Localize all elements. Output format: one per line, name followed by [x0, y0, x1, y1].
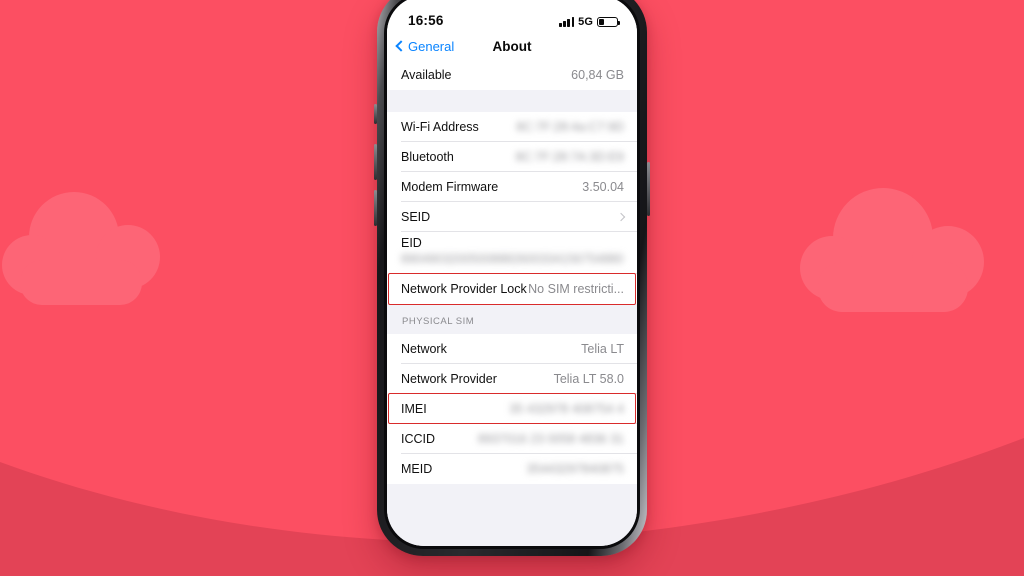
row-value: 3.50.04: [582, 180, 624, 194]
table-row[interactable]: Wi-Fi Address 8C:7F:28:4a:C7:9D: [387, 112, 637, 142]
row-label: Network: [401, 342, 447, 356]
section-gap: [387, 90, 637, 112]
side-button-volume-up[interactable]: [374, 144, 377, 180]
status-bar-clock: 16:56: [408, 13, 444, 28]
row-label: EID: [401, 236, 422, 250]
row-value-redacted: 8C:7F:28:7A:3D:E9: [515, 150, 624, 164]
battery-icon: [597, 16, 621, 28]
navigation-bar: General About: [387, 32, 637, 60]
chevron-right-icon: [616, 212, 626, 222]
phone-bezel: 16:56 5G General About Available 60,84 G…: [384, 0, 640, 549]
cloud-left-shape: [2, 192, 160, 305]
settings-group-hardware: Wi-Fi Address 8C:7F:28:4a:C7:9D Bluetoot…: [387, 112, 637, 305]
row-value: Telia LT: [581, 342, 624, 356]
table-row-network-provider-lock[interactable]: Network Provider Lock No SIM restricti..…: [387, 274, 637, 304]
cloud-right-shape: [800, 188, 984, 312]
row-label: Network Provider: [401, 372, 497, 386]
table-row[interactable]: Network Provider Telia LT 58.0: [387, 364, 637, 394]
section-header-physical-sim: PHYSICAL SIM: [387, 304, 637, 334]
row-label: MEID: [401, 462, 433, 476]
cellular-bars-icon: [559, 17, 575, 27]
side-button-silent[interactable]: [374, 104, 377, 124]
table-row[interactable]: ICCID 8937016 23 0058 4836 31: [387, 424, 637, 454]
side-button-volume-down[interactable]: [374, 190, 377, 226]
row-value: 60,84 GB: [571, 68, 624, 82]
row-label: Wi-Fi Address: [401, 120, 479, 134]
row-label: Bluetooth: [401, 150, 454, 164]
settings-group-physical-sim: Network Telia LT Network Provider Telia …: [387, 334, 637, 484]
row-value-redacted: 8C:7F:28:4a:C7:9D: [516, 120, 624, 134]
table-row[interactable]: MEID 35443297840875: [387, 454, 637, 484]
phone-device: 16:56 5G General About Available 60,84 G…: [374, 0, 650, 556]
row-label: IMEI: [401, 402, 427, 416]
row-label: SEID: [401, 210, 431, 224]
status-bar-indicators: 5G: [559, 16, 621, 28]
row-label: ICCID: [401, 432, 436, 446]
phone-screen: 16:56 5G General About Available 60,84 G…: [387, 0, 637, 546]
back-button-label: General: [408, 38, 455, 54]
side-button-power[interactable]: [647, 162, 650, 216]
table-row[interactable]: EID 89049032005008882600334156754880: [387, 232, 637, 274]
table-row[interactable]: SEID: [387, 202, 637, 232]
battery-fill: [599, 19, 604, 25]
table-row-imei[interactable]: IMEI 35 432978 408754 4: [387, 394, 637, 424]
settings-list[interactable]: Available 60,84 GB Wi-Fi Address 8C:7F:2…: [387, 60, 637, 546]
row-value: No SIM restricti...: [528, 282, 624, 296]
back-button[interactable]: General: [395, 38, 455, 54]
settings-group-storage: Available 60,84 GB: [387, 60, 637, 90]
row-value: Telia LT 58.0: [553, 372, 624, 386]
row-label: Available: [401, 68, 452, 82]
status-bar: 16:56 5G: [387, 0, 637, 32]
network-type-label: 5G: [578, 16, 593, 28]
row-label: Network Provider Lock: [401, 282, 527, 296]
row-value-redacted: 89049032005008882600334156754880: [401, 252, 624, 266]
row-value-redacted: 35443297840875: [526, 462, 624, 476]
row-value-redacted: 35 432978 408754 4: [509, 402, 624, 416]
table-row[interactable]: Network Telia LT: [387, 334, 637, 364]
row-label: Modem Firmware: [401, 180, 499, 194]
table-row[interactable]: Available 60,84 GB: [387, 60, 637, 90]
table-row[interactable]: Bluetooth 8C:7F:28:7A:3D:E9: [387, 142, 637, 172]
chevron-left-icon: [395, 40, 407, 52]
row-value-redacted: 8937016 23 0058 4836 31: [478, 432, 624, 446]
table-row[interactable]: Modem Firmware 3.50.04: [387, 172, 637, 202]
